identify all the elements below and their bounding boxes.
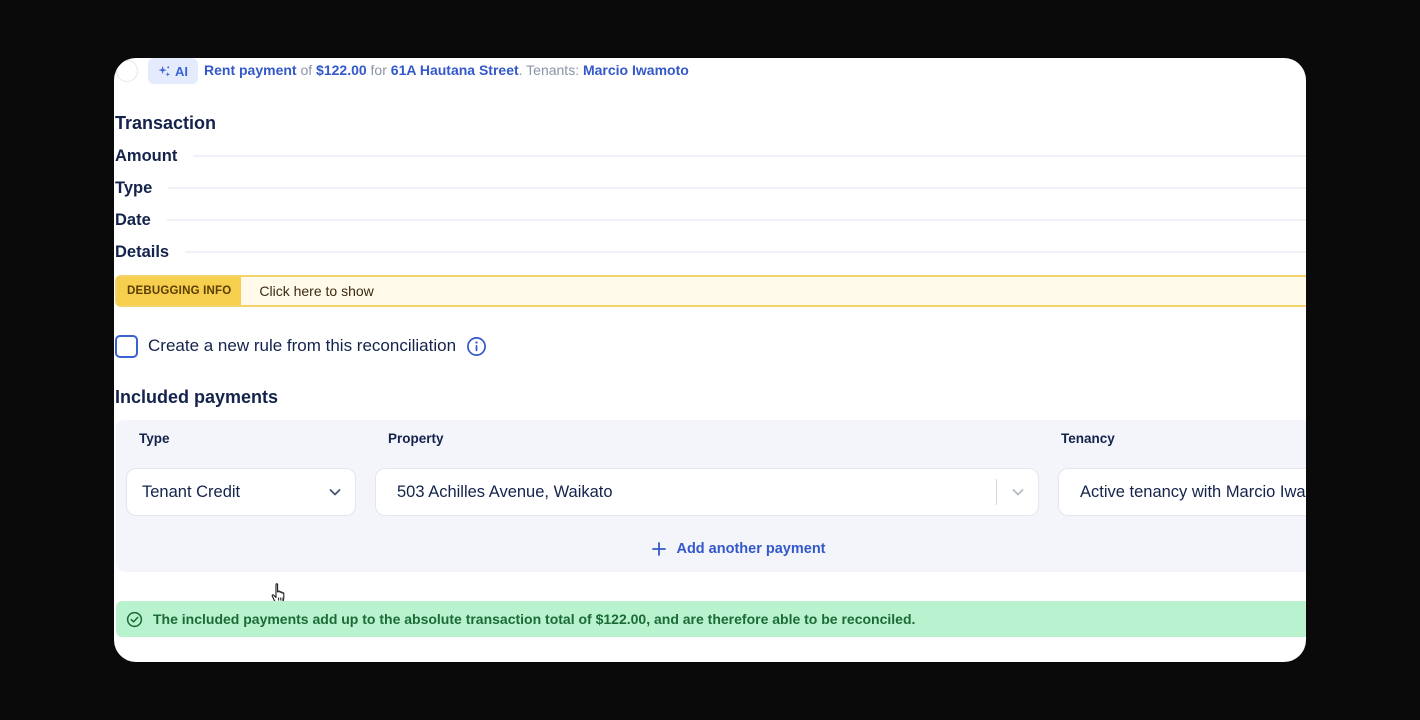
- suggestion-payment-type[interactable]: Rent payment: [204, 62, 297, 78]
- reconcile-status-banner: The included payments add up to the abso…: [116, 601, 1306, 637]
- amount-label: Amount: [115, 146, 178, 165]
- create-rule-row: Create a new rule from this reconciliati…: [115, 334, 487, 358]
- amount-divider: [193, 155, 1306, 157]
- payments-table-header: Type Property Tenancy: [116, 420, 1306, 458]
- date-label: Date: [115, 210, 151, 229]
- plus-icon: [652, 542, 667, 556]
- transaction-details-row: Details: [115, 242, 1306, 262]
- column-property: Property: [388, 431, 444, 446]
- ai-badge: AI: [148, 58, 198, 84]
- info-icon[interactable]: [466, 336, 487, 357]
- ai-badge-label: AI: [175, 63, 188, 79]
- type-label: Type: [115, 178, 153, 197]
- suggestion-amount: $122.00: [316, 62, 367, 78]
- property-select[interactable]: 503 Achilles Avenue, Waikato: [375, 468, 1039, 516]
- create-rule-label[interactable]: Create a new rule from this reconciliati…: [148, 336, 456, 356]
- suggestion-of: of: [296, 62, 317, 78]
- suggestion-tenant-link[interactable]: Marcio Iwamoto: [583, 62, 689, 78]
- create-rule-checkbox[interactable]: [115, 334, 138, 358]
- ai-suggestion-text: Rent payment of $122.00 for 61A Hautana …: [204, 62, 689, 78]
- payment-type-select[interactable]: Tenant Credit: [126, 468, 356, 516]
- suggestion-radio[interactable]: [116, 60, 138, 82]
- add-payment-label: Add another payment: [676, 541, 826, 557]
- included-payments-title: Included payments: [115, 387, 279, 407]
- reconcile-status-text: The included payments add up to the abso…: [153, 611, 916, 627]
- add-payment-row: Add another payment: [116, 526, 1306, 572]
- debugging-info-tag: DEBUGGING INFO: [117, 277, 242, 305]
- chevron-down-icon: [329, 489, 341, 496]
- column-type: Type: [139, 431, 170, 446]
- property-value: 503 Achilles Avenue, Waikato: [397, 482, 613, 501]
- sparkle-icon: [158, 65, 171, 77]
- transaction-title: Transaction: [115, 113, 217, 133]
- chevron-down-icon: [1012, 489, 1024, 496]
- details-label: Details: [115, 242, 170, 261]
- select-divider: [996, 479, 997, 505]
- suggestion-for: for: [366, 62, 391, 78]
- debugging-info-bar[interactable]: DEBUGGING INFO Click here to show: [115, 275, 1306, 307]
- date-divider: [166, 219, 1306, 221]
- transaction-type-row: Type: [115, 178, 1306, 198]
- reconciliation-panel: AI Rent payment of $122.00 for 61A Hauta…: [114, 58, 1306, 662]
- transaction-amount-row: Amount: [115, 146, 1306, 166]
- transaction-date-row: Date: [115, 210, 1306, 230]
- tenancy-select[interactable]: Active tenancy with Marcio Iwamoto: [1058, 468, 1306, 516]
- suggestion-property-link[interactable]: 61A Hautana Street: [391, 62, 519, 78]
- column-tenancy: Tenancy: [1061, 431, 1115, 446]
- suggestion-tenants-prefix: . Tenants:: [518, 62, 583, 78]
- debugging-show-link[interactable]: Click here to show: [241, 277, 373, 305]
- check-circle-icon: [126, 611, 143, 628]
- tenancy-value: Active tenancy with Marcio Iwamoto: [1080, 482, 1306, 501]
- details-divider: [185, 251, 1306, 253]
- type-divider: [168, 187, 1306, 189]
- payment-type-value: Tenant Credit: [142, 482, 241, 501]
- add-another-payment-button[interactable]: Add another payment: [652, 541, 826, 557]
